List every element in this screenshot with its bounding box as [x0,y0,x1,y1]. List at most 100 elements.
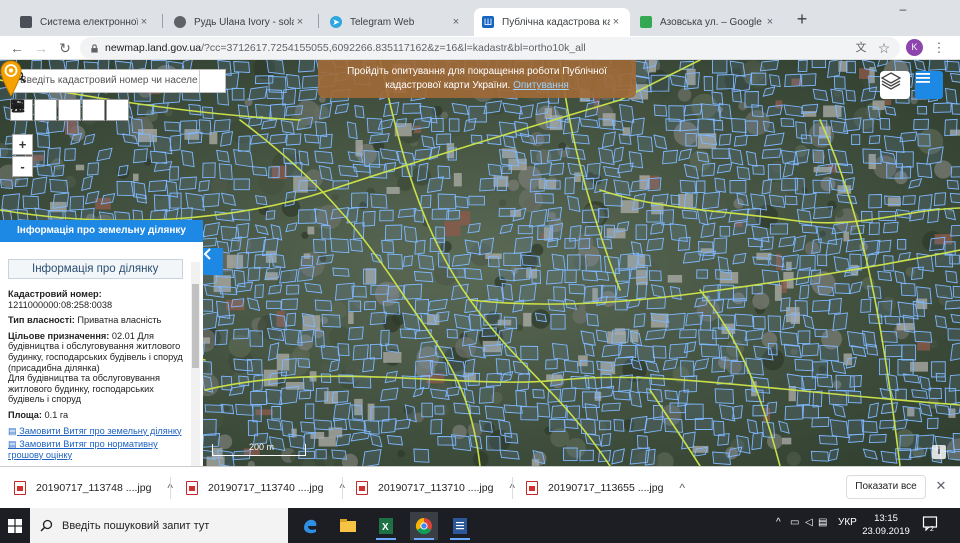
land-parcel[interactable] [261,237,279,257]
land-parcel[interactable] [429,361,448,376]
notifications-icon[interactable]: 2 [922,515,938,534]
main-menu-button[interactable] [915,71,943,99]
land-parcel[interactable] [454,196,469,209]
land-parcel[interactable] [484,405,506,421]
land-parcel[interactable] [728,147,744,166]
land-parcel[interactable] [600,432,612,447]
land-parcel[interactable] [697,118,715,136]
land-parcel[interactable] [413,448,430,463]
measure-area-button[interactable] [10,99,81,121]
land-parcel[interactable] [532,389,545,399]
land-parcel[interactable] [816,254,828,267]
land-parcel[interactable] [744,328,765,341]
land-parcel[interactable] [879,419,896,429]
minimize-button[interactable]: – [886,2,920,22]
select-pointer-button[interactable] [14,99,105,121]
land-parcel[interactable] [653,104,668,117]
land-parcel[interactable] [935,372,946,382]
land-parcel[interactable] [616,221,630,233]
land-parcel[interactable] [645,328,667,341]
land-parcel[interactable] [478,237,495,256]
land-parcel[interactable] [285,73,301,90]
land-parcel[interactable] [369,343,383,360]
land-parcel[interactable] [349,238,363,253]
land-parcel[interactable] [669,286,682,301]
land-parcel[interactable] [946,449,960,461]
land-parcel[interactable] [650,222,665,235]
land-parcel[interactable] [451,253,472,267]
land-parcel[interactable] [362,448,382,467]
land-parcel[interactable] [164,121,181,132]
browser-menu-icon[interactable]: ⋮ [928,37,950,59]
land-parcel[interactable] [386,434,404,446]
land-parcel[interactable] [221,375,233,391]
land-parcel[interactable] [266,60,285,75]
land-parcel[interactable] [950,224,960,237]
land-parcel[interactable] [219,131,234,147]
land-parcel[interactable] [732,405,743,420]
land-parcel[interactable] [862,148,882,165]
land-parcel[interactable] [910,266,924,281]
land-parcel[interactable] [860,86,878,102]
download-item[interactable]: 20190717_113740 ....jpg ^ [186,477,345,499]
keyboard-icon[interactable]: ▤ [818,517,827,528]
land-parcel[interactable] [814,328,828,338]
land-parcel[interactable] [437,193,457,210]
land-parcel[interactable] [369,311,387,326]
land-parcel[interactable] [427,298,448,312]
land-parcel[interactable] [826,60,842,78]
land-parcel[interactable] [517,225,533,235]
land-parcel[interactable] [650,374,666,386]
land-parcel[interactable] [265,210,276,221]
land-parcel[interactable] [701,191,721,210]
land-parcel[interactable] [865,343,879,356]
land-parcel[interactable] [394,418,411,430]
land-parcel[interactable] [580,330,596,346]
land-parcel[interactable] [298,88,318,102]
land-parcel[interactable] [564,269,577,284]
land-parcel[interactable] [568,283,586,295]
land-parcel[interactable] [233,149,254,168]
land-parcel[interactable] [713,119,724,131]
land-parcel[interactable] [950,166,960,178]
zoom-out-button[interactable]: - [12,156,33,177]
land-parcel[interactable] [169,166,179,181]
land-parcel[interactable] [151,135,173,155]
land-parcel[interactable] [828,297,842,315]
land-parcel[interactable] [578,238,591,250]
land-parcel[interactable] [131,118,144,135]
land-parcel[interactable] [718,133,732,146]
land-parcel[interactable] [733,73,752,93]
land-parcel[interactable] [379,209,394,222]
scrollbar-thumb[interactable] [192,284,199,368]
land-parcel[interactable] [712,60,728,74]
land-parcel[interactable] [594,385,615,399]
land-parcel[interactable] [285,312,297,327]
land-parcel[interactable] [530,149,543,165]
land-parcel[interactable] [580,418,597,435]
land-parcel[interactable] [321,224,331,240]
forward-button[interactable]: → [30,37,52,59]
land-parcel[interactable] [513,267,532,282]
land-parcel[interactable] [414,298,430,315]
location-pin-icon[interactable] [0,60,22,98]
land-parcel[interactable] [545,180,561,190]
land-parcel[interactable] [501,282,514,301]
land-parcel[interactable] [714,177,726,193]
land-parcel[interactable] [847,419,865,436]
land-parcel[interactable] [579,118,599,129]
land-parcel[interactable] [270,253,286,269]
land-parcel[interactable] [868,433,887,444]
land-parcel[interactable] [684,72,700,90]
land-parcel[interactable] [503,252,522,266]
land-parcel[interactable] [811,238,822,254]
land-parcel[interactable] [532,162,553,176]
panel-scrollbar[interactable] [191,262,200,466]
land-parcel[interactable] [250,391,267,405]
land-parcel[interactable] [417,254,435,271]
land-parcel[interactable] [333,417,348,431]
land-parcel[interactable] [179,120,198,135]
url-bar[interactable]: newmap.land.gov.ua/?cc=3712617.725415505… [80,37,900,59]
land-parcel[interactable] [711,148,730,159]
land-parcel[interactable] [913,118,929,131]
